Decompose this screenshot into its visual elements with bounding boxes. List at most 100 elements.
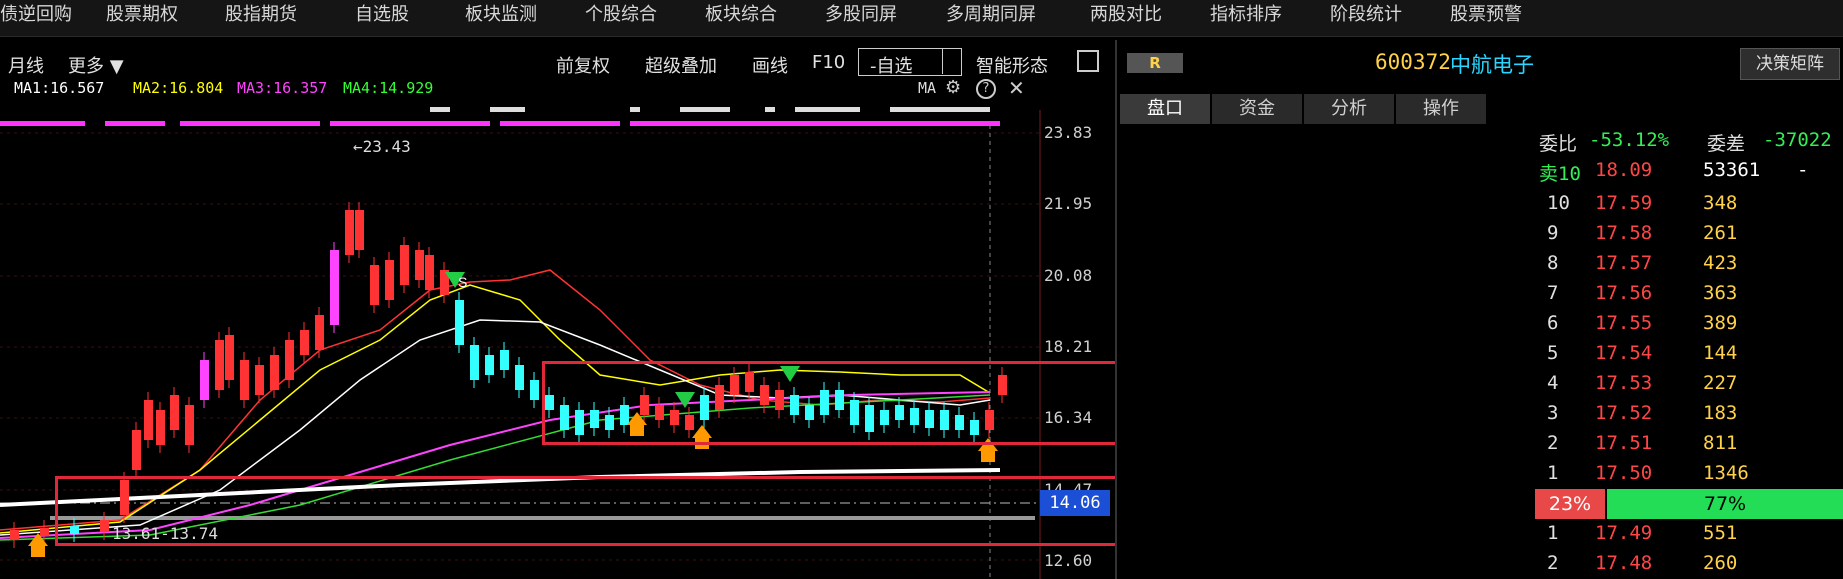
- candle-body: [225, 335, 234, 380]
- ask-row[interactable]: 7 17.56 363: [1535, 279, 1843, 309]
- ask-volume: 227: [1703, 372, 1738, 394]
- tab-zijin[interactable]: 资金: [1212, 94, 1302, 124]
- tab-pankou[interactable]: 盘口: [1120, 94, 1210, 124]
- weicha-value: -37022: [1763, 129, 1832, 151]
- ask-row[interactable]: 9 17.58 261: [1535, 219, 1843, 249]
- candle-body: [285, 340, 294, 380]
- high-price-annotation: ←23.43: [353, 137, 411, 156]
- ask-level: 1: [1547, 462, 1559, 484]
- ask-volume: 423: [1703, 252, 1738, 274]
- weibi-label: 委比: [1539, 133, 1578, 155]
- ask-price: 17.56: [1595, 282, 1653, 304]
- candle-body: [10, 530, 19, 540]
- bid-volume: 551: [1703, 522, 1738, 544]
- ask-row[interactable]: 4 17.53 227: [1535, 369, 1843, 399]
- candle-body: [470, 345, 479, 380]
- ask-level: 3: [1547, 402, 1559, 424]
- ask-price: 17.50: [1595, 462, 1653, 484]
- candle-body: [345, 210, 354, 255]
- ask-volume: 261: [1703, 222, 1738, 244]
- ma3-legend: MA3:16.357: [237, 79, 328, 97]
- candle-body: [455, 300, 464, 345]
- ask-volume: 144: [1703, 342, 1738, 364]
- ask-row[interactable]: 1 17.50 1346: [1535, 459, 1843, 489]
- ask-level: 8: [1547, 252, 1559, 274]
- bid-price: 17.49: [1595, 522, 1653, 544]
- f10-button[interactable]: F10: [812, 52, 845, 73]
- ask-level: 7: [1547, 282, 1559, 304]
- candle-body: [485, 355, 494, 375]
- settings-gear-icon[interactable]: ⚙: [945, 77, 961, 98]
- ask-row[interactable]: 3 17.52 183: [1535, 399, 1843, 429]
- draw-line-button[interactable]: 画线: [752, 52, 788, 78]
- signal-dots-white: [430, 107, 990, 112]
- candle-body: [330, 250, 339, 325]
- bid-volume: 260: [1703, 552, 1738, 574]
- sell10-vol: 53361: [1703, 159, 1761, 181]
- tab-fenxi[interactable]: 分析: [1304, 94, 1394, 124]
- ask-row[interactable]: 5 17.54 144: [1535, 339, 1843, 369]
- candle-body: [144, 400, 153, 440]
- weibi-value: -53.12%: [1589, 129, 1670, 151]
- ask-level: 10: [1547, 192, 1570, 214]
- ask-row[interactable]: 2 17.51 811: [1535, 429, 1843, 459]
- candle-body: [132, 430, 141, 470]
- stock-code: 600372: [1375, 50, 1451, 74]
- candle-body: [515, 365, 524, 390]
- overlay-dropdown[interactable]: 超级叠加: [645, 52, 717, 78]
- bid-price: 17.48: [1595, 552, 1653, 574]
- price-axis-label: 12.60: [1044, 551, 1093, 570]
- candle-body: [185, 405, 194, 445]
- ask-volume: 811: [1703, 432, 1738, 454]
- ask-row[interactable]: 6 17.55 389: [1535, 309, 1843, 339]
- decision-matrix-button[interactable]: 决策矩阵: [1740, 48, 1840, 80]
- chevron-down-icon[interactable]: [942, 48, 963, 74]
- tab-caozuo[interactable]: 操作: [1396, 94, 1486, 124]
- ask-price: 17.59: [1595, 192, 1653, 214]
- price-axis-label: 21.95: [1044, 194, 1093, 213]
- weicha-label: 委差: [1707, 133, 1746, 155]
- stock-name: 中航电子: [1450, 53, 1534, 77]
- candle-body: [40, 528, 49, 536]
- price-axis-label: 20.08: [1044, 266, 1093, 285]
- period-selector[interactable]: 月线: [8, 52, 44, 78]
- bid-row[interactable]: 2 17.48 260: [1535, 549, 1843, 579]
- bid-row[interactable]: 1 17.49 551: [1535, 519, 1843, 549]
- ask-volume: 389: [1703, 312, 1738, 334]
- candle-body: [530, 380, 539, 400]
- weibi-row: 委比 -53.12% 委差 -37022: [1535, 126, 1843, 156]
- bid-level: 1: [1547, 522, 1559, 544]
- candle-body: [385, 260, 394, 300]
- layout-toggle-icon[interactable]: [1077, 50, 1099, 72]
- ma4-legend: MA4:14.929: [343, 79, 434, 97]
- sell10-extra: -: [1797, 159, 1809, 181]
- candle-body: [355, 210, 364, 250]
- candle-body: [315, 315, 324, 350]
- smart-pattern-button[interactable]: 智能形态: [976, 52, 1048, 78]
- candle-body: [370, 265, 379, 305]
- adjust-dropdown[interactable]: 前复权: [556, 52, 610, 78]
- ask-row[interactable]: 10 17.59 348: [1535, 189, 1843, 219]
- signal-dots: [0, 121, 1000, 126]
- ask-level: 2: [1547, 432, 1559, 454]
- sell-label: S: [458, 274, 467, 290]
- candle-body: [425, 255, 434, 290]
- candle-body: [400, 245, 409, 285]
- sell10-price: 18.09: [1595, 159, 1653, 181]
- close-icon[interactable]: ✕: [1008, 76, 1025, 100]
- ask-volume: 1346: [1703, 462, 1749, 484]
- ask-volume: 363: [1703, 282, 1738, 304]
- ma2-legend: MA2:16.804: [133, 79, 224, 97]
- ask-row[interactable]: 8 17.57 423: [1535, 249, 1843, 279]
- buy-ratio-bar: 77%: [1607, 489, 1843, 519]
- ask-volume: 183: [1703, 402, 1738, 424]
- help-icon[interactable]: ?: [976, 79, 996, 99]
- candle-body: [255, 365, 264, 395]
- more-dropdown[interactable]: 更多 ▼: [68, 52, 124, 78]
- ask-volume: 348: [1703, 192, 1738, 214]
- candle-body: [200, 360, 209, 400]
- indicator-name: MA: [918, 79, 937, 97]
- price-axis-label: 23.83: [1044, 123, 1093, 142]
- candle-body: [415, 250, 424, 280]
- sell-ratio-bar: 23%: [1535, 489, 1605, 519]
